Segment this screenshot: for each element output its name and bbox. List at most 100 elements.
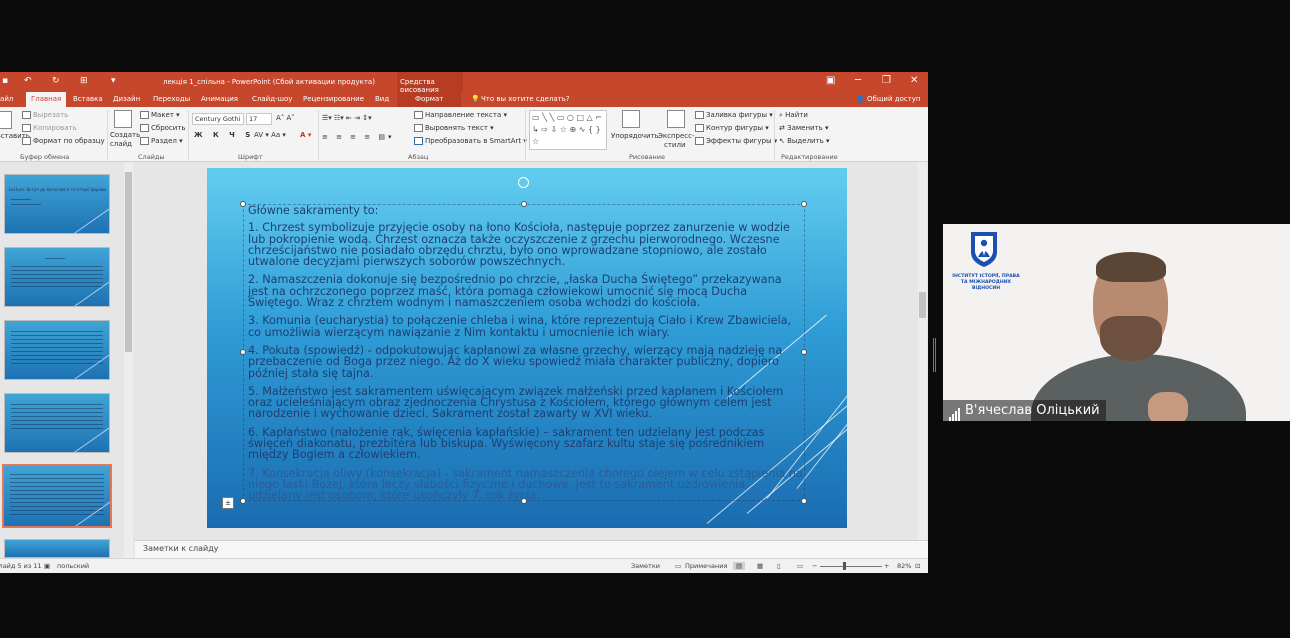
arrange-button[interactable]: Упорядочить	[611, 132, 659, 140]
participant-video-tile[interactable]: ІНСТИТУТ ІСТОРІЇ, ПРАВА ТА МІЖНАРОДНИХ В…	[943, 224, 1290, 421]
layout-button[interactable]: Макет ▾	[140, 111, 180, 119]
text-direction-button[interactable]: Направление текста ▾	[414, 111, 507, 119]
autofit-options-icon[interactable]: ±	[222, 497, 234, 509]
signal-strength-icon	[949, 400, 961, 421]
minimize-icon[interactable]: ─	[855, 75, 861, 86]
customize-qat-icon[interactable]: ▾	[111, 76, 116, 86]
font-size-box[interactable]: 17	[246, 113, 272, 125]
restore-icon[interactable]: ❐	[882, 75, 891, 86]
resize-handle[interactable]	[240, 349, 246, 355]
spellcheck-icon[interactable]: ▣	[44, 562, 50, 570]
reset-button[interactable]: Сбросить	[140, 124, 186, 132]
resize-handle[interactable]	[240, 498, 246, 504]
slide-thumbnail-3[interactable]	[4, 320, 110, 380]
share-button[interactable]: Общий доступ	[867, 95, 921, 103]
tab-animations[interactable]: Анимация	[201, 95, 238, 103]
slide-thumbnail-1[interactable]: Lecture: Вступ до богослов'я та історії …	[4, 174, 110, 234]
tab-view[interactable]: Вид	[375, 95, 389, 103]
contextual-tab-group: Средства рисования	[397, 72, 463, 94]
paste-icon[interactable]	[0, 111, 12, 129]
align-text-button[interactable]: Выровнять текст ▾	[414, 124, 494, 132]
copy-button[interactable]: Копировать	[22, 124, 77, 132]
resize-handle[interactable]	[240, 201, 246, 207]
align-text-label: Выровнять текст	[425, 124, 488, 132]
tell-me-box[interactable]: Что вы хотите сделать?	[481, 95, 570, 103]
notes-pane[interactable]: Заметки к слайду	[135, 540, 928, 558]
section-button[interactable]: Раздел ▾	[140, 137, 183, 145]
smartart-button[interactable]: Преобразовать в SmartArt ▾	[414, 137, 527, 145]
tab-review[interactable]: Рецензирование	[303, 95, 364, 103]
tab-transitions[interactable]: Переходы	[153, 95, 190, 103]
font-name-box[interactable]: Century Gothi	[192, 113, 244, 125]
format-painter-button[interactable]: Формат по образцу	[22, 137, 105, 145]
zoom-slider[interactable]	[820, 566, 882, 567]
quick-styles-button[interactable]: Экспресс-	[658, 132, 695, 140]
ribbon: Вставить Вырезать Копировать Формат по о…	[0, 107, 928, 162]
slide-thumbnail-5-selected[interactable]	[2, 464, 112, 528]
text-direction-icon	[414, 111, 423, 119]
new-slide-icon[interactable]	[114, 110, 132, 128]
comment-icon[interactable]: ▭	[675, 562, 681, 570]
tab-file[interactable]: Файл	[0, 95, 13, 103]
slide-thumbnail-2[interactable]	[4, 247, 110, 307]
tab-insert[interactable]: Вставка	[73, 95, 103, 103]
slide-thumbnail-4[interactable]	[4, 393, 110, 453]
thumbnails-scrollbar[interactable]	[124, 162, 133, 558]
title-bar: ▪ ↶ ↻ ⊞ ▾ лекція 1_спільна - PowerPoint …	[0, 72, 928, 94]
arrange-icon[interactable]	[622, 110, 640, 128]
tab-home[interactable]: Главная	[26, 92, 67, 107]
smartart-label: Преобразовать в SmartArt	[425, 137, 522, 145]
close-icon[interactable]: ✕	[910, 75, 918, 86]
effects-icon	[695, 137, 704, 145]
splitter-handle[interactable]	[933, 338, 936, 372]
normal-view-icon[interactable]: ▤	[733, 562, 746, 570]
language-indicator[interactable]: польский	[57, 562, 89, 570]
tab-format[interactable]: Формат	[397, 92, 462, 107]
redo-icon[interactable]: ↻	[52, 76, 60, 86]
fit-slide-icon[interactable]: ⊡	[915, 562, 920, 570]
zoom-slider-thumb[interactable]	[843, 562, 846, 570]
replace-button[interactable]: ⇄ Заменить ▾	[779, 124, 829, 132]
reading-view-icon[interactable]: ▯	[777, 562, 781, 570]
participant-beard	[1100, 316, 1162, 361]
tab-design[interactable]: Дизайн	[113, 95, 140, 103]
undo-icon[interactable]: ↶	[24, 76, 32, 86]
find-button[interactable]: ⌕ Найти	[779, 111, 808, 120]
save-icon[interactable]: ▪	[2, 76, 8, 86]
quick-styles-icon[interactable]	[667, 110, 685, 128]
shape-fill-button[interactable]: Заливка фигуры ▾	[695, 111, 773, 119]
present-icon[interactable]: ⊞	[80, 76, 88, 86]
font-color-icon[interactable]: A ▾	[300, 131, 311, 139]
notes-button[interactable]: Заметки	[631, 562, 660, 570]
powerpoint-window: ▪ ↶ ↻ ⊞ ▾ лекція 1_спільна - PowerPoint …	[0, 72, 928, 573]
font-spacing-icon[interactable]: AV ▾ Aa ▾	[254, 131, 286, 139]
copy-label: Копировать	[33, 124, 77, 132]
slide-body-text[interactable]: Główne sakramenty to: 1. Chrzest symboli…	[248, 205, 804, 509]
tab-slideshow[interactable]: Слайд-шоу	[252, 95, 292, 103]
slide-paragraph: 1. Chrzest symbolizuje przyjęcie osoby n…	[248, 221, 790, 269]
ribbon-display-icon[interactable]: ▣	[826, 75, 835, 86]
shape-effects-button[interactable]: Эффекты фигуры ▾	[695, 137, 777, 145]
slide-scroll-thumb[interactable]	[919, 292, 926, 318]
zoom-level[interactable]: 82%	[897, 562, 911, 570]
bullets-icon[interactable]: ☰▾ ☷▾ ⇤ ⇥ ↕▾	[322, 114, 372, 122]
slide: ± Główne sakramenty to: 1. Chrzest symbo…	[207, 168, 847, 528]
comments-button[interactable]: Примечания	[685, 562, 727, 570]
zoom-in-icon[interactable]: +	[884, 562, 889, 570]
new-slide-button[interactable]: Создать слайд	[110, 131, 140, 149]
slide-scrollbar[interactable]	[918, 162, 927, 540]
zoom-out-icon[interactable]: −	[812, 562, 817, 570]
select-button[interactable]: ↖ Выделить ▾	[779, 137, 830, 145]
layout-label: Макет	[151, 111, 174, 119]
align-buttons[interactable]: ≡ ≡ ≡ ≡ ▤▾	[322, 133, 395, 141]
font-grow-icon[interactable]: A˄ A˅	[276, 114, 295, 122]
font-style-buttons[interactable]: Ж К Ч S	[194, 131, 254, 139]
thumbnails-scroll-thumb[interactable]	[125, 172, 132, 352]
slideshow-icon[interactable]: ▭	[797, 562, 803, 570]
cut-button[interactable]: Вырезать	[22, 111, 68, 119]
rotate-handle-icon[interactable]	[518, 177, 529, 188]
slide-sorter-icon[interactable]: ▦	[757, 562, 763, 570]
shapes-gallery[interactable]: ▭ ╲ ╲ ▭ ○ □ △ ⌐ ↳ ⇨ ⇩ ☆ ⊕ ∿ { } ☆	[529, 110, 607, 150]
slide-thumbnail-6[interactable]	[4, 539, 110, 558]
shape-outline-button[interactable]: Контур фигуры ▾	[695, 124, 769, 132]
